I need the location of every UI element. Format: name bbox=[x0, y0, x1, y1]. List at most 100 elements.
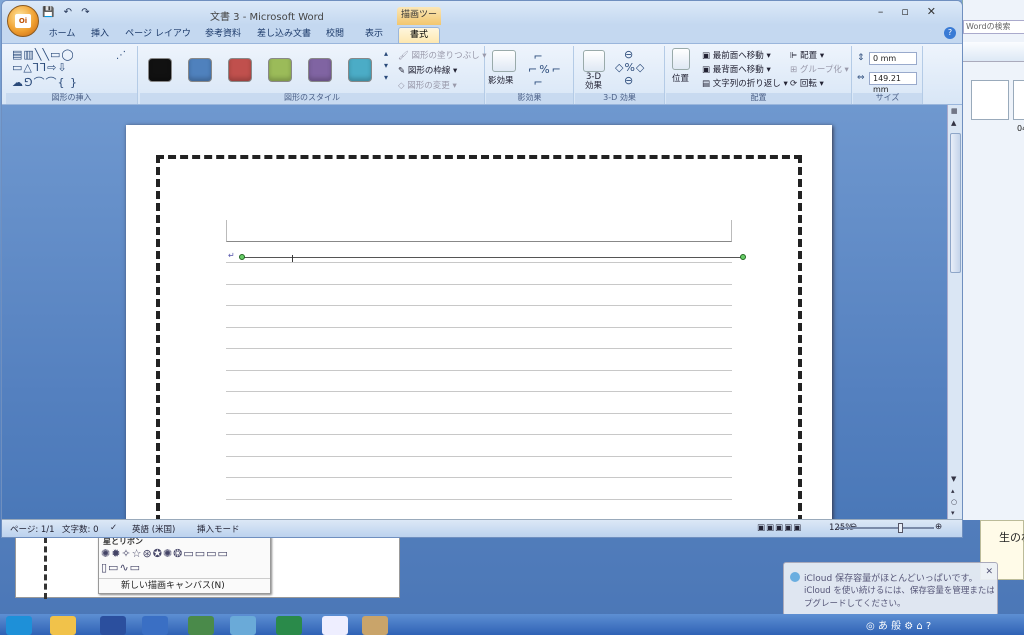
shapes-gallery[interactable]: ▤▥╲╲▭◯ ▭△⅂⅂⇨⇩ ☁⅁⌒⌒{ } bbox=[12, 48, 108, 90]
scroll-up-icon[interactable]: ▲ bbox=[951, 119, 956, 127]
text-wrap-button[interactable]: ▤ 文字列の折り返し ▾ bbox=[702, 77, 788, 89]
taskbar: ◎ あ 般 ⚙ ⌂ ? bbox=[0, 614, 1024, 635]
scroll-thumb[interactable] bbox=[950, 133, 961, 273]
browse-object-icon[interactable]: ○ bbox=[951, 498, 957, 506]
tab-review[interactable]: 校閲 bbox=[320, 27, 350, 43]
new-canvas-menu-item[interactable]: 新しい描画キャンバス(N) bbox=[99, 578, 270, 594]
shape-fill-button[interactable]: 🖌 図形の塗りつぶし ▾ bbox=[398, 49, 487, 61]
width-input[interactable]: 149.21 mm bbox=[869, 72, 917, 94]
ruled-line bbox=[226, 391, 732, 392]
group-3d: 3-D 効果 ⊖ ◇%◇ ⊖ 3-D 効果 bbox=[575, 46, 665, 104]
tab-view[interactable]: 表示 bbox=[358, 27, 390, 43]
style-swatch-red[interactable] bbox=[228, 58, 252, 82]
tab-insert[interactable]: 挿入 bbox=[84, 27, 116, 43]
shadow-nudge-icons[interactable]: ⌐ ⌐%⌐ ⌐ bbox=[528, 50, 563, 89]
position-label[interactable]: 位置 bbox=[672, 72, 689, 84]
ruled-line bbox=[226, 326, 732, 328]
language-indicator[interactable]: 英語 (米国) bbox=[132, 523, 175, 535]
save-icon[interactable]: 💾 bbox=[42, 7, 54, 18]
position-icon[interactable] bbox=[672, 48, 690, 70]
align-button[interactable]: ⊫ 配置 ▾ bbox=[790, 49, 824, 61]
title-bar: 💾 ↶ ↷ 文書 3 - Microsoft Word 描画ツール –▫✕ bbox=[2, 1, 962, 36]
system-tray[interactable]: ◎ あ 般 ⚙ ⌂ ? bbox=[866, 617, 1024, 633]
group-shadow: 影効果 ⌐ ⌐%⌐ ⌐ 影効果 bbox=[486, 46, 574, 104]
3d-effects-icon[interactable] bbox=[583, 50, 605, 72]
word-count[interactable]: 文字数: 0 bbox=[62, 523, 98, 535]
zoom-slider-thumb[interactable] bbox=[898, 523, 903, 533]
ruled-line bbox=[226, 305, 732, 306]
office-button[interactable]: Oi bbox=[7, 5, 39, 37]
taskbar-app-icon[interactable] bbox=[6, 616, 32, 635]
file-thumbnail[interactable] bbox=[1013, 80, 1024, 120]
group-label: 配置 bbox=[666, 93, 851, 104]
tab-home[interactable]: ホーム bbox=[42, 27, 82, 43]
group-label: 影効果 bbox=[486, 93, 573, 104]
scroll-down-icon[interactable]: ▼ bbox=[951, 475, 956, 483]
selected-line-shape[interactable] bbox=[242, 257, 744, 258]
taskbar-app-icon[interactable] bbox=[142, 616, 168, 635]
edit-shape-icon[interactable]: ⋰ bbox=[116, 50, 126, 61]
page-count[interactable]: ページ: 1/1 bbox=[10, 523, 55, 535]
ruled-line bbox=[226, 283, 732, 285]
bring-to-front-button[interactable]: ▣ 最前面へ移動 ▾ bbox=[702, 49, 771, 61]
icloud-title: iCloud 保存容量がほとんどいっぱいです。 bbox=[804, 574, 978, 584]
send-to-back-button[interactable]: ▣ 最背面へ移動 ▾ bbox=[702, 63, 771, 75]
selection-handle-end[interactable] bbox=[740, 254, 746, 260]
tab-format[interactable]: 書式 bbox=[398, 27, 440, 43]
icloud-icon bbox=[790, 572, 800, 582]
gallery-scroll[interactable]: ▴ ▾ ▾ bbox=[384, 48, 388, 84]
height-icon: ⇕ bbox=[857, 53, 865, 63]
height-input[interactable]: 0 mm bbox=[869, 52, 917, 65]
help-icon[interactable]: ? bbox=[944, 27, 956, 39]
tab-mailings[interactable]: 差し込み文書 bbox=[254, 27, 314, 43]
rotate-button[interactable]: ⟳ 回転 ▾ bbox=[790, 77, 824, 89]
style-swatch-green[interactable] bbox=[268, 58, 292, 82]
taskbar-app-icon[interactable] bbox=[362, 616, 388, 635]
next-page-icon[interactable]: ▾ bbox=[951, 509, 955, 517]
document-page[interactable]: ↵ Ⅰ bbox=[126, 125, 832, 519]
shape-row-scrolls[interactable]: ▯▭∿▭ bbox=[99, 561, 270, 575]
style-swatch-purple[interactable] bbox=[308, 58, 332, 82]
3d-tilt-icons[interactable]: ⊖ ◇%◇ ⊖ bbox=[615, 48, 645, 87]
group-insert-shapes: ▤▥╲╲▭◯ ▭△⅂⅂⇨⇩ ☁⅁⌒⌒{ } ⋰ 図形の挿入 bbox=[6, 46, 138, 104]
minimize-button[interactable]: – bbox=[878, 5, 902, 18]
proofing-icon[interactable]: ✓ bbox=[110, 523, 117, 533]
vertical-scrollbar[interactable]: ▦ ▲ ▼ ▴ ○ ▾ bbox=[947, 105, 962, 519]
shape-row-stars[interactable]: ✺✹✧☆⊛✪✺❂▭▭▭▭ bbox=[99, 547, 270, 561]
style-swatch-blue[interactable] bbox=[188, 58, 212, 82]
prev-page-icon[interactable]: ▴ bbox=[951, 487, 955, 495]
3d-effects-label[interactable]: 3-D 効果 bbox=[585, 73, 602, 91]
taskbar-app-icon[interactable] bbox=[100, 616, 126, 635]
tab-page-layout[interactable]: ページ レイアウト bbox=[122, 27, 194, 54]
undo-icon[interactable]: ↶ bbox=[64, 7, 72, 18]
change-shape-button[interactable]: ◇ 図形の変更 ▾ bbox=[398, 79, 457, 91]
style-swatch-black[interactable] bbox=[148, 58, 172, 82]
insert-mode[interactable]: 挿入モード bbox=[197, 523, 240, 535]
file-thumbnail[interactable] bbox=[971, 80, 1009, 120]
taskbar-app-icon[interactable] bbox=[188, 616, 214, 635]
close-button[interactable]: ✕ bbox=[927, 5, 954, 18]
maximize-button[interactable]: ▫ bbox=[901, 5, 926, 18]
redo-icon[interactable]: ↷ bbox=[81, 7, 89, 18]
taskbar-app-icon[interactable] bbox=[50, 616, 76, 635]
search-input[interactable]: Wordの検索 bbox=[963, 20, 1024, 34]
ruler-toggle-icon[interactable]: ▦ bbox=[951, 107, 958, 115]
close-icon[interactable]: ✕ bbox=[985, 567, 993, 577]
zoom-slider-track[interactable] bbox=[838, 527, 934, 529]
shape-outline-button[interactable]: ✎ 図形の枠線 ▾ bbox=[398, 64, 457, 76]
tab-references[interactable]: 参考資料 bbox=[198, 27, 248, 43]
selection-handle-start[interactable] bbox=[239, 254, 245, 260]
style-swatch-cyan[interactable] bbox=[348, 58, 372, 82]
drawing-canvas[interactable] bbox=[226, 220, 732, 242]
icloud-notification[interactable]: iCloud 保存容量がほとんどいっぱいです。 iCloud を使い続けるには、… bbox=[783, 562, 998, 616]
view-buttons[interactable]: ▣▣▣▣▣ bbox=[757, 523, 802, 533]
zoom-in-icon[interactable]: ⊕ bbox=[935, 522, 942, 532]
shadow-effects-icon[interactable] bbox=[492, 50, 516, 72]
taskbar-app-icon[interactable] bbox=[322, 616, 348, 635]
taskbar-app-icon[interactable] bbox=[230, 616, 256, 635]
taskbar-app-icon[interactable] bbox=[276, 616, 302, 635]
shadow-effects-label[interactable]: 影効果 bbox=[488, 74, 514, 86]
group-arrange: 位置 ▣ 最前面へ移動 ▾ ▣ 最背面へ移動 ▾ ▤ 文字列の折り返し ▾ ⊫ … bbox=[666, 46, 852, 104]
group-button[interactable]: ⊞ グループ化 ▾ bbox=[790, 63, 849, 75]
ruled-line bbox=[226, 434, 732, 435]
